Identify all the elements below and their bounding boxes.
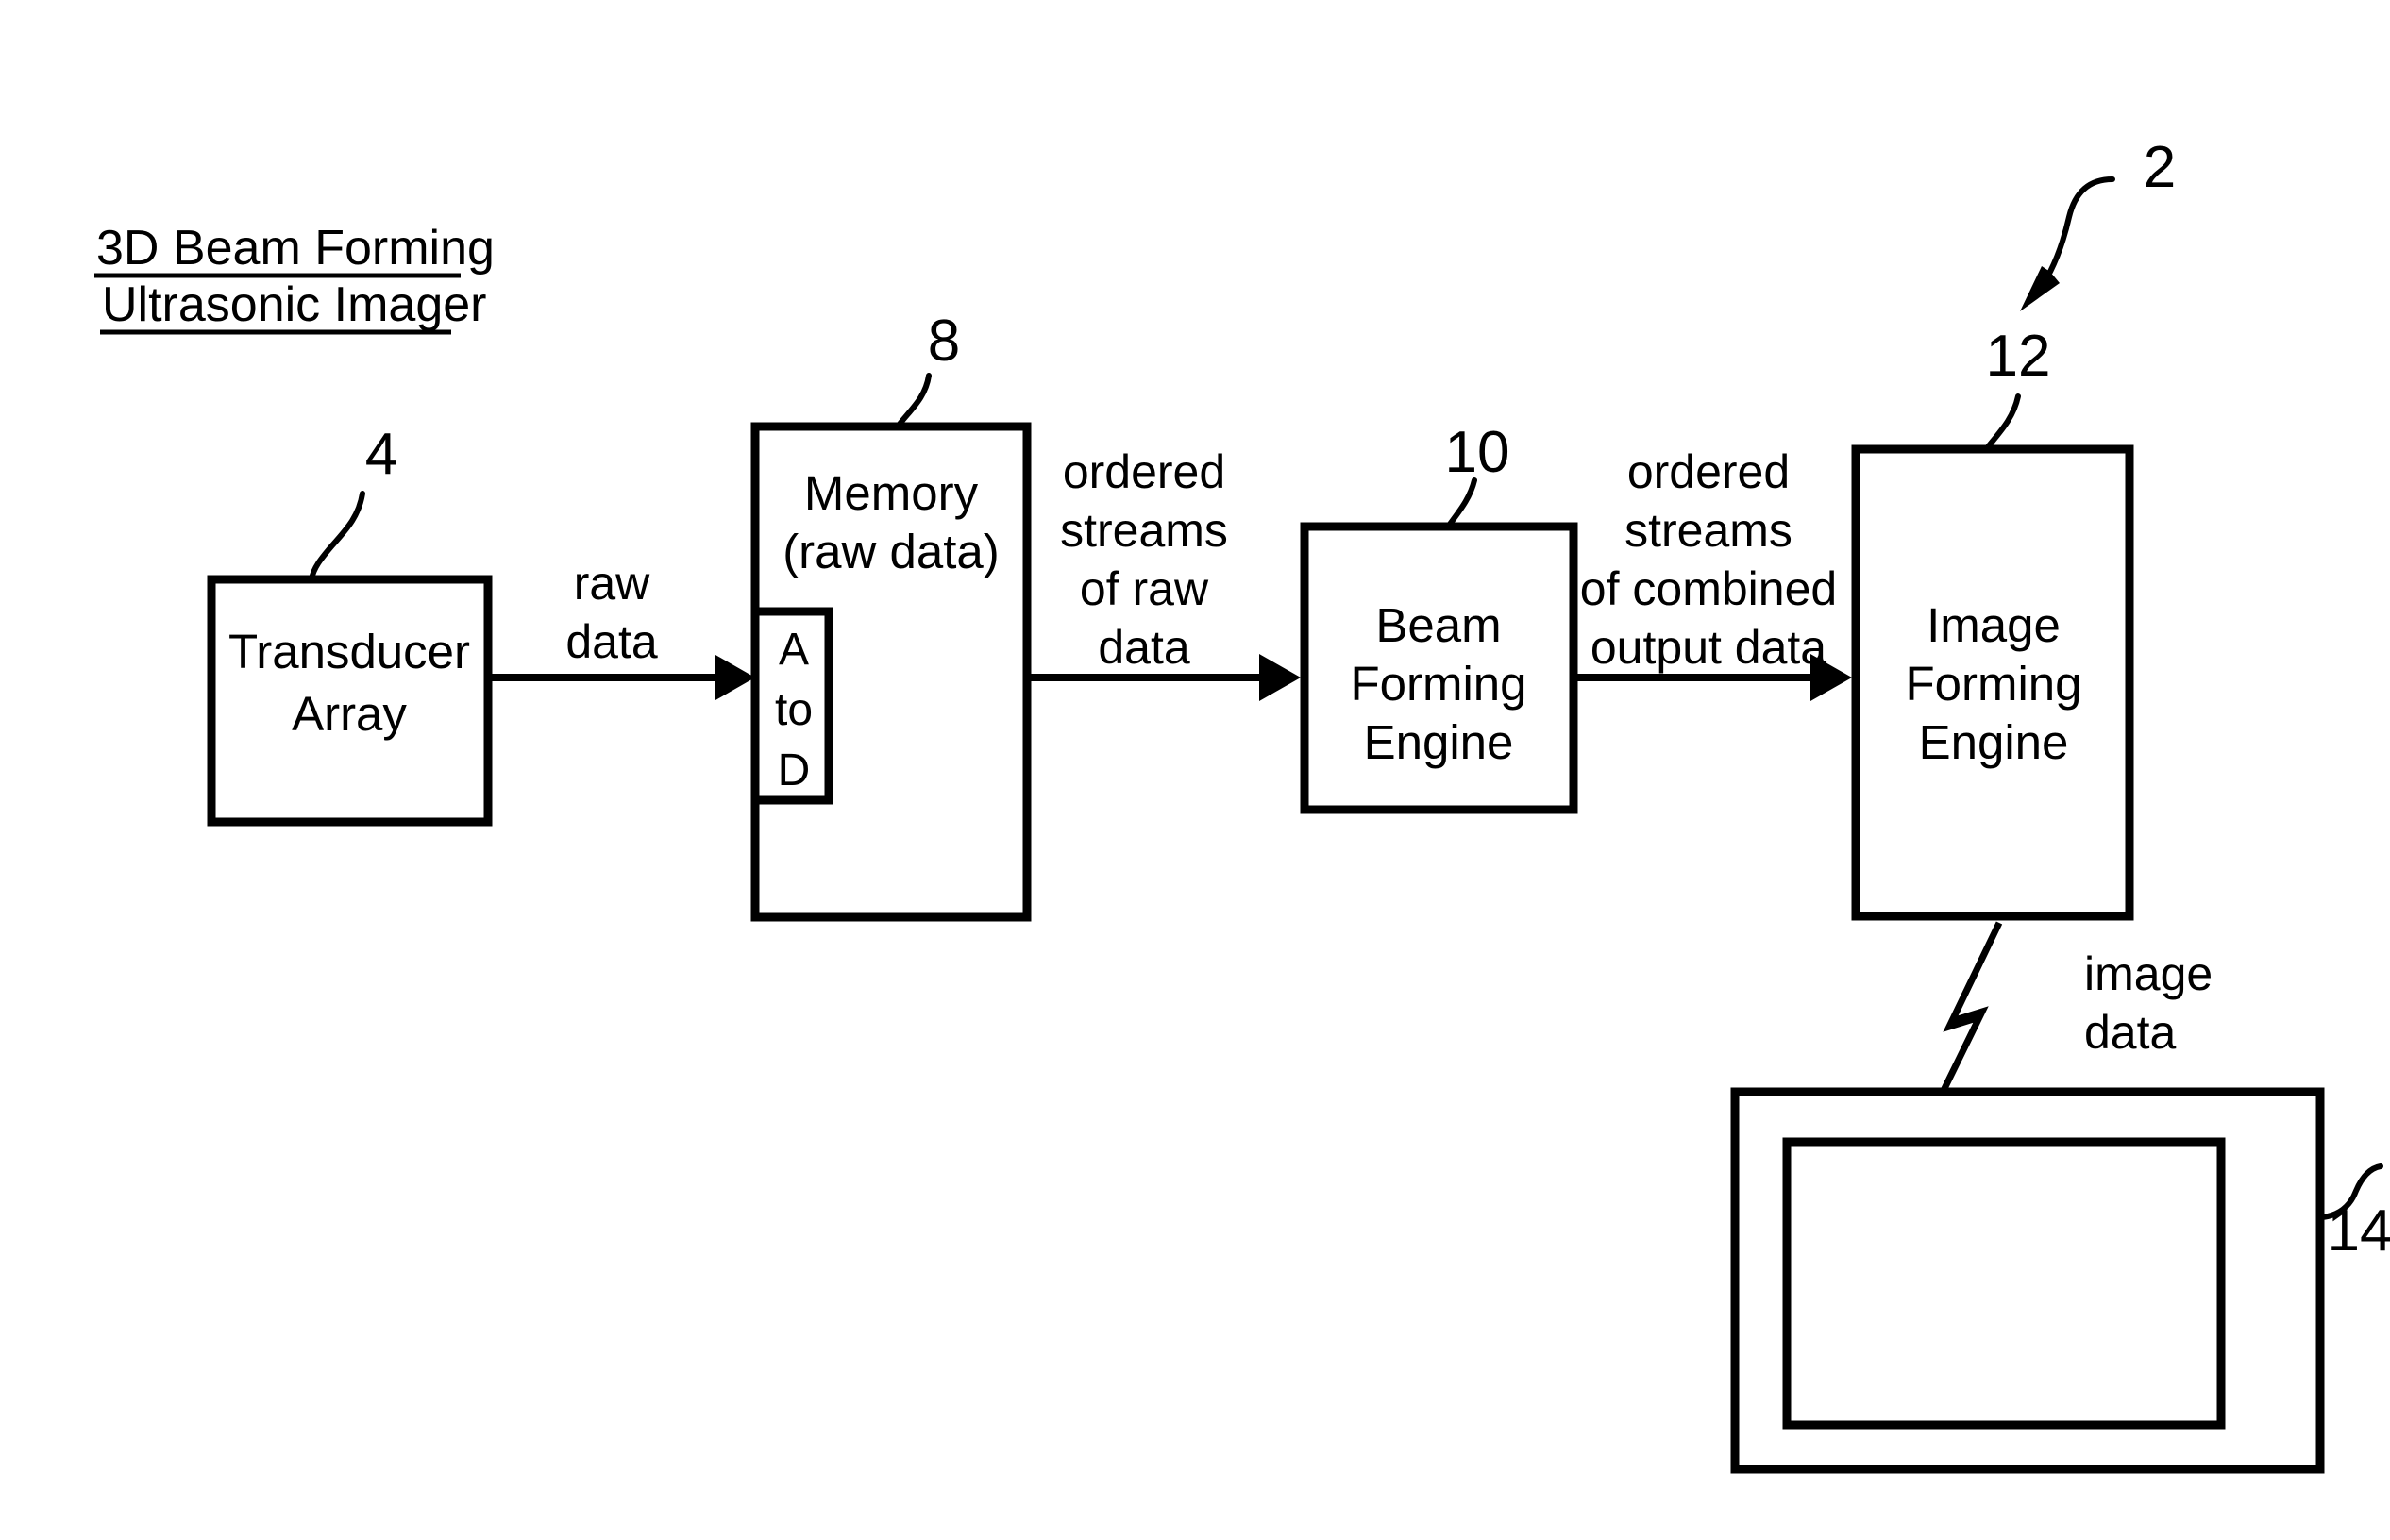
raw-data-label-line-1: raw [574,557,650,610]
beam-forming-engine-label-line-3: Engine [1364,715,1514,769]
block-image-forming-engine: 12 Image Forming Engine [1851,324,2134,921]
a-to-d-label-line-3: D [778,745,811,795]
image-forming-engine-label-line-3: Engine [1919,715,2069,769]
ordered-streams-combined-label-line-2: streams [1624,504,1792,557]
block-memory: 8 Memory (raw data) A to D [750,309,1032,922]
image-forming-engine-label-line-1: Image [1927,598,2061,652]
ordered-streams-combined-label-line-3: of combined [1580,562,1837,615]
transducer-array-label-line-2: Array [292,687,407,741]
a-to-d-label-line-2: to [775,685,813,735]
flow-ordered-streams-combined-output-data: ordered streams of combined output data [1574,445,1852,701]
transducer-array-leader-line [309,491,365,582]
ordered-streams-raw-label-line-3: of raw [1080,562,1209,615]
block-transducer-array: 4 Transducer Array [207,422,493,827]
title-line-1: 3D Beam Forming [96,221,495,276]
image-data-label-line-2: data [2084,1006,2177,1059]
ordered-streams-combined-label-line-1: ordered [1627,445,1790,498]
transducer-array-label-line-1: Transducer [228,625,470,678]
memory-label-line-2: (raw data) [783,525,1000,578]
beam-forming-engine-label-line-1: Beam [1375,598,1501,652]
system-ref-callout: 2 [2020,135,2176,311]
image-data-label-line-1: image [2084,947,2213,1000]
system-ref-arrow-head [2020,266,2060,311]
ref-number-4: 4 [365,422,397,487]
beam-forming-engine-label-line-2: Forming [1350,657,1526,711]
ordered-streams-combined-label-line-4: output data [1591,621,1826,674]
ref-number-12: 12 [1986,324,2051,389]
title-line-2: Ultrasonic Imager [102,277,486,332]
ref-number-14: 14 [2328,1198,2390,1264]
block-display: 14 [1730,1087,2390,1474]
ordered-streams-raw-arrow-head [1259,654,1301,701]
flow-ordered-streams-raw-data: ordered streams of raw data [1029,445,1301,701]
ordered-streams-raw-label-line-4: data [1098,621,1190,674]
ref-number-8: 8 [928,309,960,374]
display-screen [1782,1137,2226,1430]
system-ref-leader-line [2047,176,2115,275]
flow-image-data: image data [1929,921,2213,1113]
ref-number-10: 10 [1445,420,1510,485]
diagram-canvas: 2 3D Beam Forming Ultrasonic Imager 4 Tr… [94,135,2390,1474]
ordered-streams-combined-arrow-head [1810,654,1852,701]
raw-data-arrow-head [715,655,755,700]
flow-raw-data: raw data [491,557,755,700]
patent-figure: 2 3D Beam Forming Ultrasonic Imager 4 Tr… [0,0,2390,1540]
a-to-d-label-line-1: A [779,625,809,675]
ordered-streams-raw-label-line-1: ordered [1063,445,1225,498]
raw-data-label-line-2: data [565,615,658,668]
figure-title: 3D Beam Forming Ultrasonic Imager [94,221,495,335]
memory-label-line-1: Memory [804,466,979,520]
lightning-bolt-icon [1929,921,2003,1113]
image-forming-engine-label-line-2: Forming [1905,657,2081,711]
block-beam-forming-engine: 10 Beam Forming Engine [1300,420,1578,814]
ref-number-2: 2 [2144,135,2176,200]
ordered-streams-raw-label-line-2: streams [1060,504,1228,557]
